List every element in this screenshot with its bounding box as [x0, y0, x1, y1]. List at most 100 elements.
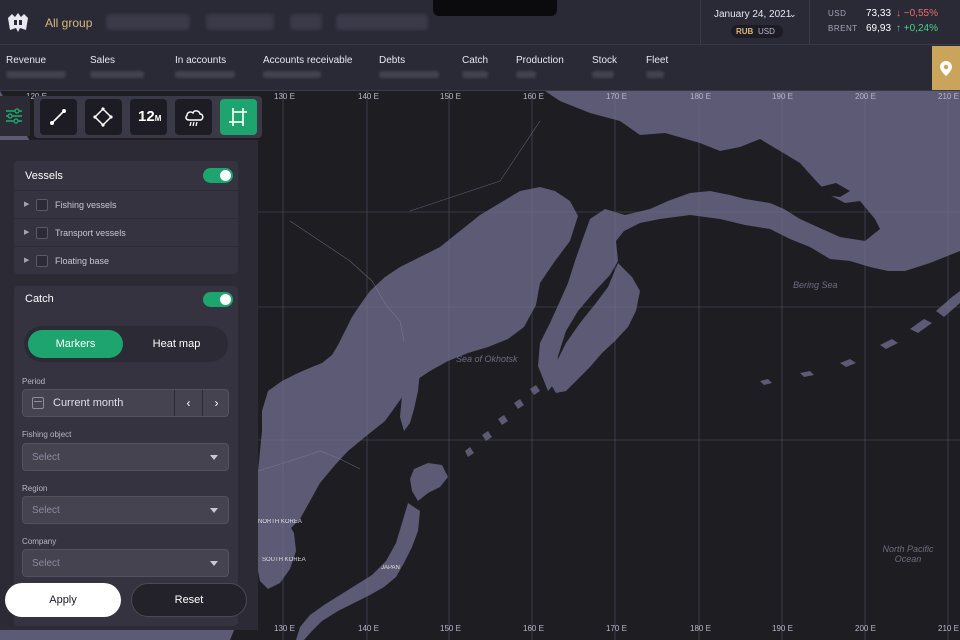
nav-stock[interactable]: Stock [592, 55, 617, 66]
weather-tool[interactable] [175, 99, 212, 135]
nav-accounts-receivable[interactable]: Accounts receivable [263, 55, 353, 66]
metrics-nav: Revenue Sales In accounts Accounts recei… [0, 45, 960, 91]
fishing-object-label: Fishing object [22, 430, 72, 439]
nav-revenue[interactable]: Revenue [6, 55, 46, 66]
calendar-icon [32, 397, 44, 409]
quote-change-up: ↑ +0,24% [896, 23, 938, 34]
currency-toggle[interactable]: RUB USD [731, 25, 783, 38]
country-label: NORTH KOREA [258, 519, 302, 525]
diamond-icon [93, 107, 113, 127]
camera-notch [433, 0, 557, 16]
caret-right-icon[interactable]: ▶ [24, 256, 29, 264]
top-bar: All group January 24, 2021 ⌄ RUB USD USD… [0, 0, 960, 45]
sea-okhotsk-label: Sea of Okhotsk [456, 354, 518, 364]
land-hokkaido [410, 463, 448, 501]
sea-bering-label: Bering Sea [793, 280, 838, 290]
measure-line-tool[interactable] [40, 99, 77, 135]
period-next-button[interactable]: › [202, 390, 230, 416]
currency-usd[interactable]: USD [758, 27, 775, 36]
longitude-label: 140 E [358, 92, 379, 101]
markers-tab[interactable]: Markers [28, 330, 123, 358]
longitude-label-bottom: 140 E [358, 624, 379, 633]
blurred-tab[interactable] [106, 14, 190, 30]
blurred-value [379, 71, 439, 78]
vessels-toggle[interactable] [203, 168, 233, 183]
chevron-down-icon [210, 508, 218, 513]
nav-in-accounts[interactable]: In accounts [175, 55, 226, 66]
longitude-label-bottom: 160 E [523, 624, 544, 633]
twelve-month-tool[interactable]: 12M [130, 99, 167, 135]
company-select[interactable]: Select [22, 549, 229, 577]
location-pin-button[interactable] [932, 46, 960, 90]
company-label: Company [22, 537, 57, 546]
blurred-value [90, 71, 144, 78]
vessel-row-fishing[interactable]: ▶ Fishing vessels [14, 190, 238, 218]
sliders-icon [6, 108, 22, 124]
longitude-label: 180 E [690, 92, 711, 101]
period-selector[interactable]: Current month ‹ › [22, 389, 229, 417]
chevron-down-icon: ⌄ [789, 9, 797, 19]
fishing-object-select[interactable]: Select [22, 443, 229, 471]
date-selector[interactable]: January 24, 2021 ⌄ RUB USD [700, 0, 810, 45]
longitude-label-bottom: 190 E [772, 624, 793, 633]
currency-rub[interactable]: RUB [736, 27, 753, 36]
catch-mode-switch: Markers Heat map [24, 326, 228, 362]
line-icon [50, 109, 66, 125]
fishing-vessels-checkbox[interactable] [36, 199, 48, 211]
catch-card: Catch Markers Heat map Period Current mo… [14, 286, 238, 626]
reset-button[interactable]: Reset [131, 583, 247, 617]
caret-right-icon[interactable]: ▶ [24, 200, 29, 208]
longitude-label: 130 E [274, 92, 295, 101]
vessels-card: Vessels ▶ Fishing vessels ▶ Transport ve… [14, 161, 238, 274]
floating-base-checkbox[interactable] [36, 255, 48, 267]
blurred-value [6, 71, 66, 78]
blurred-tab[interactable] [206, 14, 274, 30]
country-label: SOUTH KOREA [262, 557, 306, 563]
region-select[interactable]: Select [22, 496, 229, 524]
country-label: JAPAN [381, 565, 400, 571]
blurred-tab[interactable] [336, 14, 428, 30]
longitude-label: 210 E [938, 92, 959, 101]
company-logo-icon[interactable] [6, 10, 30, 34]
group-selector[interactable]: All group [45, 16, 92, 30]
blurred-value [263, 71, 321, 78]
land-japan [296, 503, 420, 640]
apply-button[interactable]: Apply [5, 583, 121, 617]
longitude-label: 190 E [772, 92, 793, 101]
nav-fleet[interactable]: Fleet [646, 55, 668, 66]
polygon-tool[interactable] [85, 99, 122, 135]
blurred-value [462, 71, 488, 78]
caret-right-icon[interactable]: ▶ [24, 228, 29, 236]
filters-toggle-button[interactable] [0, 96, 30, 136]
longitude-label: 150 E [440, 92, 461, 101]
transport-vessels-checkbox[interactable] [36, 227, 48, 239]
blurred-tab[interactable] [290, 14, 322, 30]
longitude-label-bottom: 180 E [690, 624, 711, 633]
catch-toggle[interactable] [203, 292, 233, 307]
quote-brent: BRENT 69,93 ↑ +0,24% [828, 23, 938, 34]
nav-debts[interactable]: Debts [379, 55, 405, 66]
longitude-label: 200 E [855, 92, 876, 101]
land-aleutians [760, 291, 960, 385]
quote-usd: USD 73,33 ↓ −0,55% [828, 8, 938, 19]
period-prev-button[interactable]: ‹ [174, 390, 202, 416]
longitude-label-bottom: 210 E [938, 624, 959, 633]
select-area-tool[interactable] [220, 99, 257, 135]
nav-sales[interactable]: Sales [90, 55, 115, 66]
vessel-row-floating-base[interactable]: ▶ Floating base [14, 246, 238, 274]
longitude-label: 160 E [523, 92, 544, 101]
vessel-row-transport[interactable]: ▶ Transport vessels [14, 218, 238, 246]
cloud-rain-icon [185, 110, 204, 127]
nav-production[interactable]: Production [516, 55, 564, 66]
chevron-down-icon [210, 561, 218, 566]
heat-map-tab[interactable]: Heat map [129, 330, 224, 358]
nav-catch[interactable]: Catch [462, 55, 488, 66]
longitude-label: 170 E [606, 92, 627, 101]
longitude-label-bottom: 130 E [274, 624, 295, 633]
filter-panel: Vessels ▶ Fishing vessels ▶ Transport ve… [0, 140, 258, 630]
period-label: Period [22, 377, 46, 386]
current-date: January 24, 2021 [714, 9, 792, 20]
longitude-label-bottom: 200 E [855, 624, 876, 633]
app-root: All group January 24, 2021 ⌄ RUB USD USD… [0, 0, 960, 640]
land-kurils [465, 385, 540, 457]
